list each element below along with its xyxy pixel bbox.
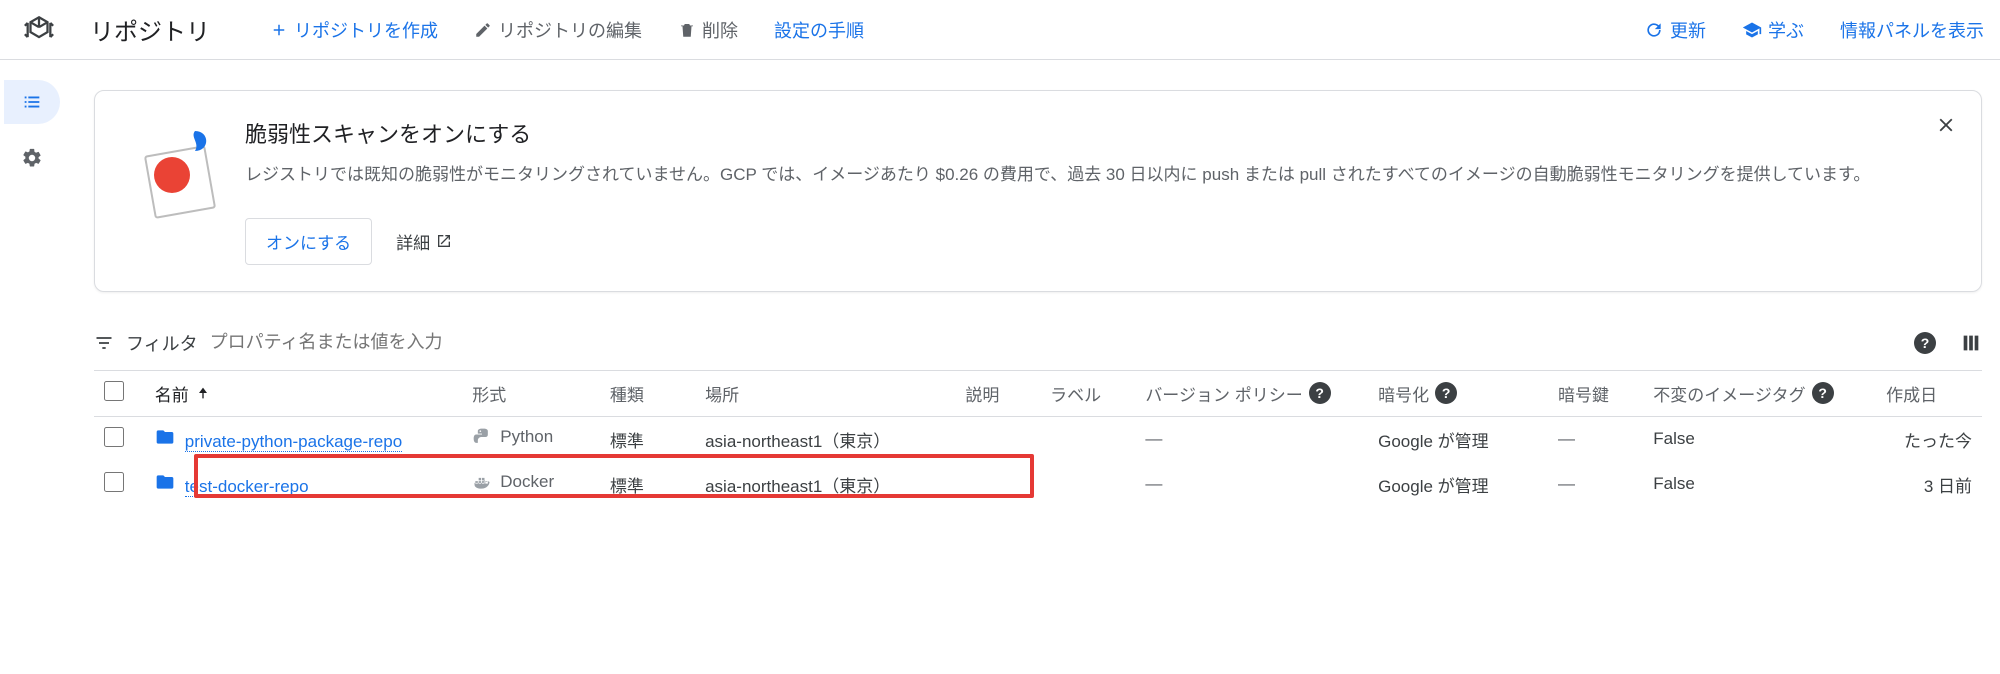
table-row: test-docker-repo Docker 標準 asia-northeas…: [94, 462, 1982, 507]
learn-label: 学ぶ: [1768, 17, 1804, 43]
repositories-table: 名前 形式 種類 場所 説明 ラベル バージョン ポリシー ? 暗号化 ? 暗号…: [94, 370, 1982, 507]
column-name-header[interactable]: 名前: [155, 381, 211, 406]
close-banner-button[interactable]: [1935, 111, 1957, 143]
filter-bar: フィルタ ?: [94, 328, 1982, 370]
help-icon[interactable]: ?: [1435, 382, 1457, 404]
trash-icon: [678, 21, 696, 39]
filter-icon: [94, 333, 114, 353]
create-repo-button[interactable]: リポジトリを作成: [270, 17, 438, 43]
graduation-cap-icon: [1742, 20, 1762, 40]
row-location: asia-northeast1（東京）: [705, 432, 890, 451]
help-icon[interactable]: ?: [1812, 382, 1834, 404]
row-kind: 標準: [610, 477, 644, 496]
row-encryption: Google が管理: [1378, 477, 1489, 496]
banner-illustration: [125, 117, 245, 265]
table-row: private-python-package-repo Python 標準 as…: [94, 416, 1982, 462]
show-info-panel-button[interactable]: 情報パネルを表示: [1840, 17, 1984, 43]
folder-icon: [155, 472, 175, 492]
row-kind: 標準: [610, 432, 644, 451]
top-bar: リポジトリ リポジトリを作成 リポジトリの編集 削除 設定の手順 更新 学ぶ 情…: [0, 0, 2000, 60]
column-kind-header[interactable]: 種類: [610, 386, 644, 405]
columns-icon[interactable]: [1960, 332, 1982, 354]
header-right-actions: 更新 学ぶ 情報パネルを表示: [1644, 17, 1984, 43]
vulnerability-scan-banner: 脆弱性スキャンをオンにする レジストリでは既知の脆弱性がモニタリングされていませ…: [94, 90, 1982, 292]
turn-on-scan-button[interactable]: オンにする: [245, 218, 372, 265]
row-policy: —: [1145, 474, 1162, 493]
row-immutable: False: [1653, 474, 1695, 493]
filter-help-button[interactable]: ?: [1914, 332, 1936, 354]
edit-repo-button[interactable]: リポジトリの編集: [474, 17, 642, 43]
banner-details-link[interactable]: 詳細: [396, 229, 452, 254]
column-created-header[interactable]: 作成日: [1886, 386, 1937, 405]
open-in-new-icon: [436, 233, 452, 249]
row-checkbox[interactable]: [104, 472, 124, 492]
column-encryption-header[interactable]: 暗号化 ?: [1378, 381, 1457, 406]
python-icon: [472, 427, 492, 447]
nav-repositories[interactable]: [4, 80, 60, 124]
column-immutable-header[interactable]: 不変のイメージタグ ?: [1653, 381, 1833, 406]
folder-icon: [155, 427, 175, 447]
row-location: asia-northeast1（東京）: [705, 477, 890, 496]
create-repo-label: リポジトリを作成: [294, 17, 438, 43]
refresh-label: 更新: [1670, 17, 1706, 43]
help-icon[interactable]: ?: [1309, 382, 1331, 404]
delete-button[interactable]: 削除: [678, 17, 738, 43]
filter-label: フィルタ: [126, 330, 198, 356]
docker-icon: [472, 472, 492, 492]
filter-input[interactable]: [210, 332, 1902, 353]
edit-repo-label: リポジトリの編集: [498, 17, 642, 43]
repo-name-link[interactable]: private-python-package-repo: [185, 432, 402, 452]
banner-details-label: 詳細: [396, 229, 430, 254]
column-location-header[interactable]: 場所: [705, 386, 739, 405]
banner-title: 脆弱性スキャンをオンにする: [245, 117, 1951, 149]
column-label-header[interactable]: ラベル: [1050, 386, 1101, 405]
row-created: 3 日前: [1924, 477, 1972, 496]
close-icon: [1935, 114, 1957, 136]
column-description-header[interactable]: 説明: [965, 386, 999, 405]
refresh-button[interactable]: 更新: [1644, 17, 1706, 43]
product-logo[interactable]: [16, 13, 62, 47]
column-policy-header[interactable]: バージョン ポリシー ?: [1145, 381, 1330, 406]
row-format: Docker: [500, 472, 554, 492]
row-encryption: Google が管理: [1378, 432, 1489, 451]
column-format-header[interactable]: 形式: [472, 386, 506, 405]
setup-label: 設定の手順: [774, 17, 864, 43]
learn-button[interactable]: 学ぶ: [1742, 17, 1804, 43]
row-policy: —: [1145, 429, 1162, 448]
side-nav: [0, 60, 64, 507]
row-key: —: [1558, 429, 1575, 448]
info-panel-label: 情報パネルを表示: [1840, 17, 1984, 43]
pencil-icon: [474, 21, 492, 39]
list-icon: [21, 91, 43, 113]
banner-description: レジストリでは既知の脆弱性がモニタリングされていません。GCP では、イメージあ…: [245, 161, 1951, 190]
gear-icon: [21, 147, 43, 169]
row-format: Python: [500, 427, 553, 447]
plus-icon: [270, 21, 288, 39]
delete-label: 削除: [702, 17, 738, 43]
page-title: リポジトリ: [90, 12, 210, 47]
select-all-checkbox[interactable]: [104, 381, 124, 401]
sort-asc-icon: [195, 385, 211, 401]
row-key: —: [1558, 474, 1575, 493]
repo-name-link[interactable]: test-docker-repo: [185, 477, 309, 497]
row-immutable: False: [1653, 429, 1695, 448]
refresh-icon: [1644, 20, 1664, 40]
row-checkbox[interactable]: [104, 427, 124, 447]
nav-settings[interactable]: [4, 136, 60, 180]
column-key-header[interactable]: 暗号鍵: [1558, 386, 1609, 405]
row-created: たった今: [1904, 432, 1972, 451]
setup-instructions-button[interactable]: 設定の手順: [774, 17, 864, 43]
